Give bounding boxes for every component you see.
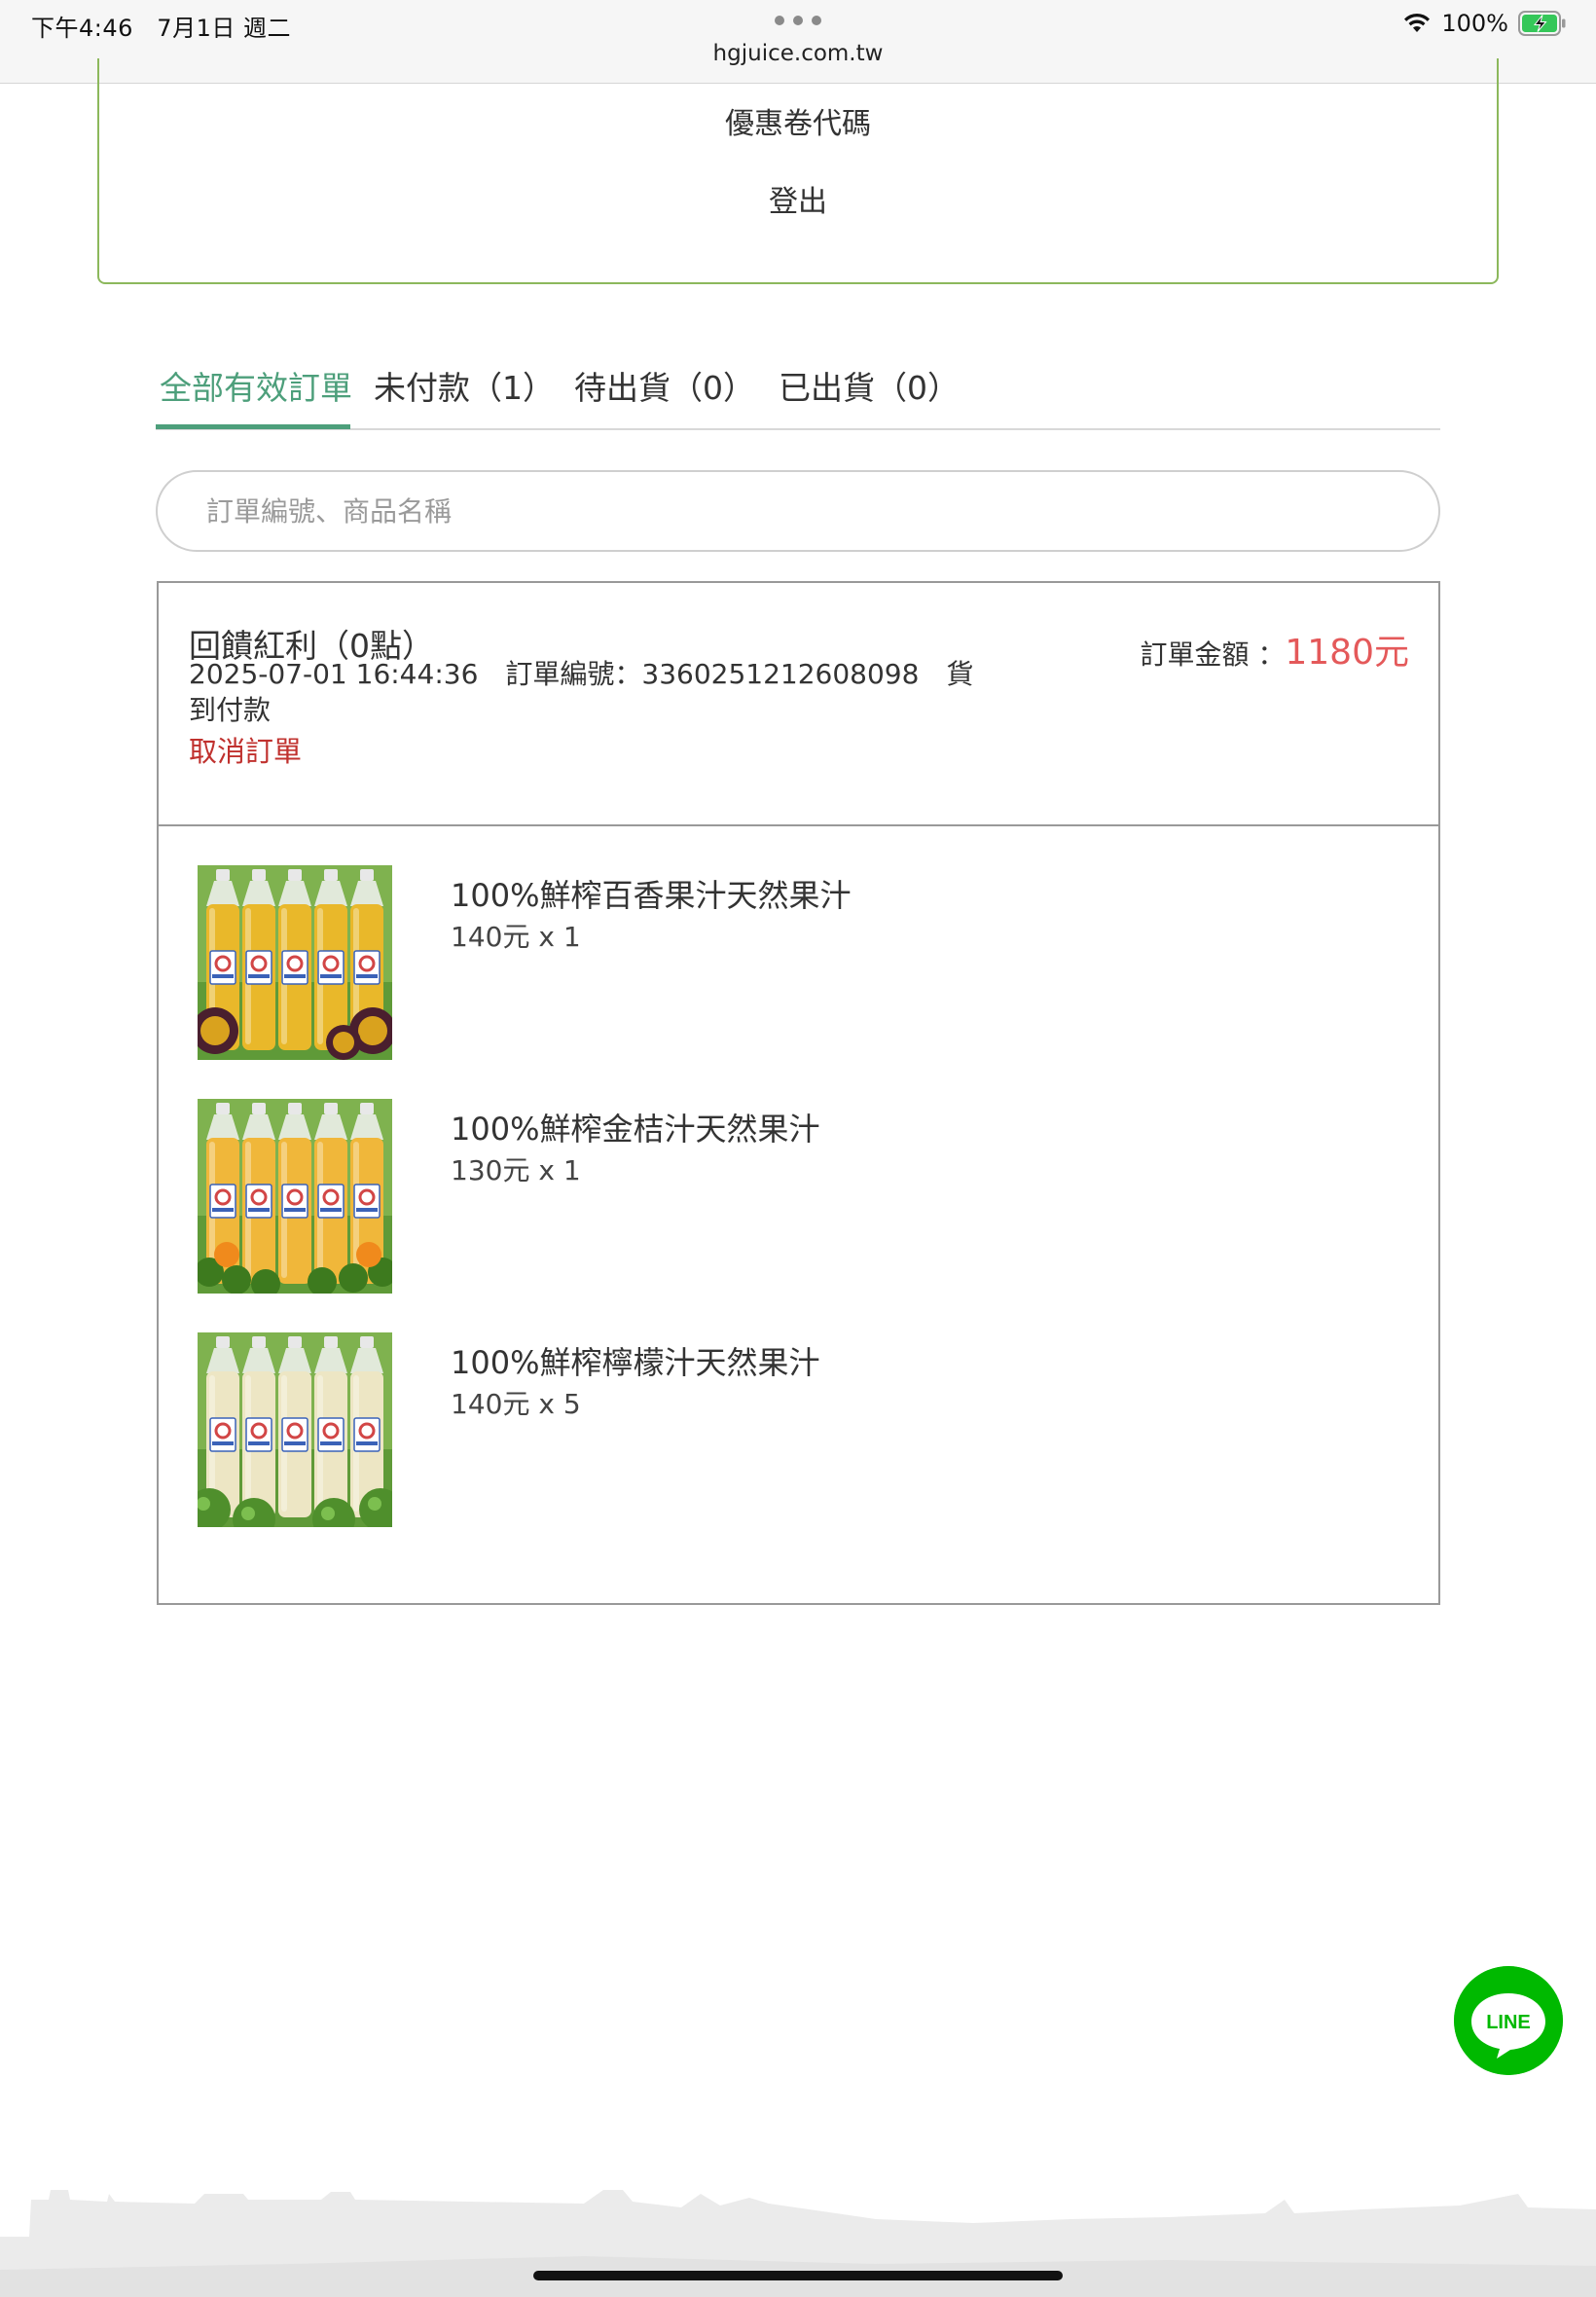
product-price-qty: 140元 x 1 [451,921,581,953]
order-amount: 訂單金額 ：1180元 [1140,624,1409,675]
status-clock: 下午4:46 [31,15,133,42]
order-tabs: 全部有效訂單 未付款（1） 待出貨（0） 已出貨（0） [156,354,1440,430]
status-indicators: 100% [1402,6,1567,41]
order-item[interactable]: 100%鮮榨檸檬汁天然果汁 140元 x 5 [198,1332,1385,1527]
account-menu: 優惠卷代碼 登出 [97,58,1499,284]
order-item[interactable]: 100%鮮榨百香果汁天然果汁 140元 x 1 [198,865,1385,1060]
product-name[interactable]: 100%鮮榨百香果汁天然果汁 [451,871,852,916]
status-date: 7月1日 週二 [157,15,291,42]
line-label: LINE [1486,2012,1531,2033]
cancel-order-link[interactable]: 取消訂單 [189,729,302,770]
order-header: 回饋紅利（0點） 2025-07-01 16:44:36 訂單編號：336025… [159,583,1438,826]
product-image-lemon-juice[interactable] [198,1332,392,1527]
line-chat-button[interactable]: LINE [1454,1966,1563,2075]
wifi-icon [1404,13,1431,32]
order-amount-value: 1180元 [1285,633,1409,673]
order-item[interactable]: 100%鮮榨金桔汁天然果汁 130元 x 1 [198,1099,1385,1294]
menu-item-coupon-code[interactable]: 優惠卷代碼 [99,99,1497,142]
product-name[interactable]: 100%鮮榨檸檬汁天然果汁 [451,1338,820,1383]
tab-unpaid[interactable]: 未付款（1） [374,362,555,409]
product-image-kumquat-juice[interactable] [198,1099,392,1294]
order-card: 回饋紅利（0點） 2025-07-01 16:44:36 訂單編號：336025… [157,581,1440,1605]
battery-charging-icon [1518,11,1566,36]
order-amount-label: 訂單金額 ： [1140,638,1286,671]
product-price-qty: 140元 x 5 [451,1388,581,1420]
browser-menu-dots-icon[interactable] [775,16,821,27]
menu-item-logout[interactable]: 登出 [99,177,1497,220]
product-price-qty: 130元 x 1 [451,1154,581,1186]
active-tab-indicator [156,424,350,429]
tab-pending-shipment[interactable]: 待出貨（0） [574,362,755,409]
home-indicator [533,2271,1063,2280]
battery-percent: 100% [1441,10,1508,37]
order-meta: 2025-07-01 16:44:36 訂單編號：336025121260809… [189,658,974,726]
product-name[interactable]: 100%鮮榨金桔汁天然果汁 [451,1105,820,1149]
status-time: 下午4:46 7月1日 週二 [31,9,291,43]
tab-all-valid-orders[interactable]: 全部有效訂單 [160,362,352,409]
tab-shipped[interactable]: 已出貨（0） [779,362,960,409]
product-image-passion-fruit-juice[interactable] [198,865,392,1060]
order-search-input[interactable] [156,470,1440,552]
